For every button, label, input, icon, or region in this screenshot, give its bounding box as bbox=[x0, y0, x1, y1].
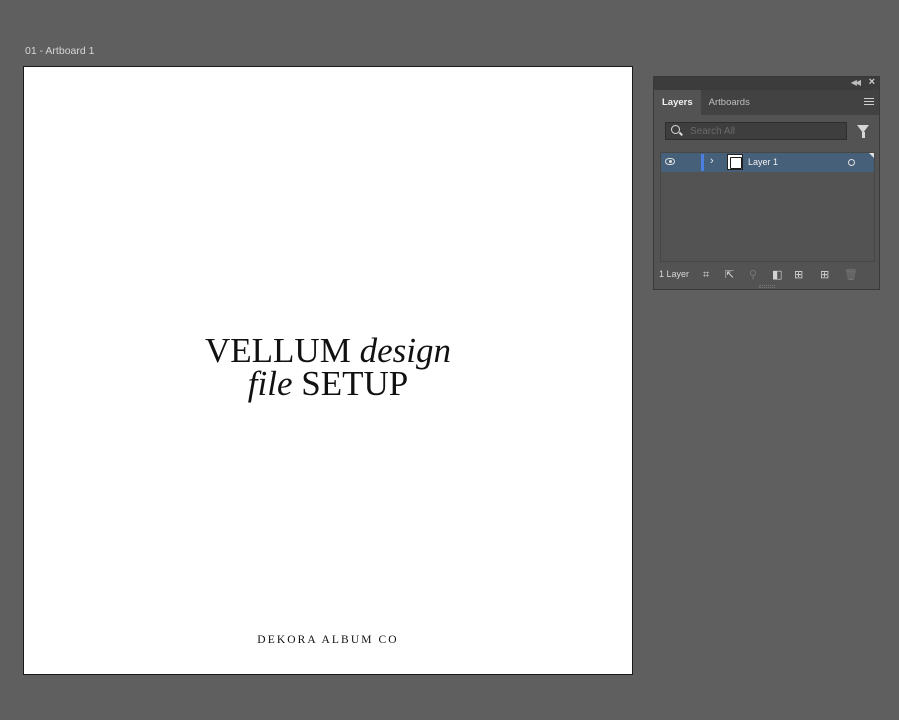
export-icon[interactable]: ⇱ bbox=[725, 270, 734, 281]
create-sublayer-icon[interactable]: ⊞ bbox=[794, 270, 803, 281]
eye-icon[interactable] bbox=[665, 158, 675, 165]
heading-line-1: VELLUM design bbox=[205, 331, 451, 370]
filter-icon[interactable] bbox=[857, 125, 869, 138]
layer-row[interactable]: › Layer 1 bbox=[661, 153, 874, 172]
make-clipping-mask-icon[interactable]: ◧ bbox=[772, 270, 782, 281]
artboard[interactable]: VELLUM design file SETUP DEKORA ALBUM CO bbox=[23, 66, 633, 675]
resize-grip[interactable] bbox=[759, 285, 775, 288]
search-input[interactable] bbox=[690, 124, 840, 139]
tab-artboards[interactable]: Artboards bbox=[701, 90, 758, 115]
collapse-icon[interactable]: ◀◀ bbox=[851, 78, 861, 87]
panel-menu-icon[interactable] bbox=[864, 98, 874, 107]
selection-corner-icon bbox=[869, 153, 874, 158]
layer-name[interactable]: Layer 1 bbox=[748, 157, 778, 167]
layers-list: › Layer 1 bbox=[660, 152, 875, 262]
panel-footer: 1 Layer ⌗ ⇱ ⚲ ◧ ⊞ ⊞ 🗑 bbox=[654, 263, 879, 289]
layer-color-bar bbox=[701, 154, 704, 171]
heading-line-2: file SETUP bbox=[247, 364, 409, 403]
search-icon bbox=[671, 125, 680, 134]
layer-count: 1 Layer bbox=[659, 269, 690, 279]
artboard-label[interactable]: 01 - Artboard 1 bbox=[25, 45, 94, 57]
collect-for-export-icon[interactable]: ⌗ bbox=[703, 270, 709, 281]
panel-tabbar: Layers Artboards bbox=[654, 90, 879, 115]
chevron-right-icon[interactable]: › bbox=[710, 155, 714, 167]
tab-layers[interactable]: Layers bbox=[654, 90, 701, 115]
artboard-heading: VELLUM design file SETUP bbox=[24, 331, 632, 403]
panel-titlebar[interactable]: ◀◀ × bbox=[654, 76, 879, 90]
search-row bbox=[654, 115, 879, 145]
search-box[interactable] bbox=[665, 122, 847, 140]
layer-thumbnail bbox=[727, 154, 743, 170]
artboard-footer-text: DEKORA ALBUM CO bbox=[257, 634, 399, 646]
layers-panel: ◀◀ × Layers Artboards › Layer 1 1 Layer … bbox=[653, 76, 880, 290]
target-icon[interactable] bbox=[848, 159, 855, 166]
close-icon[interactable]: × bbox=[869, 76, 875, 88]
locate-object-icon[interactable]: ⚲ bbox=[749, 270, 757, 281]
trash-icon[interactable]: 🗑 bbox=[844, 270, 858, 281]
create-layer-icon[interactable]: ⊞ bbox=[820, 270, 829, 281]
